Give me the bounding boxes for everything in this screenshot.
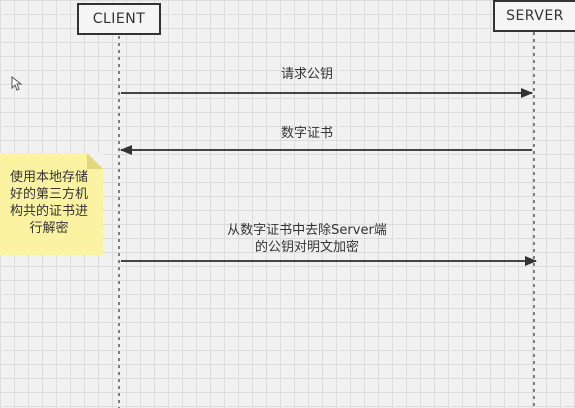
client-actor-box: CLIENT (77, 3, 161, 35)
server-actor-box: SERVER (493, 0, 575, 32)
mouse-cursor-icon (11, 76, 23, 91)
message-label-1: 请求公钥 (280, 67, 333, 82)
message-label-2: 数字证书 (280, 126, 333, 141)
note-fold-shadow (87, 153, 103, 169)
client-actor-label: CLIENT (92, 11, 146, 27)
note-text: 使用本地存储 好的第三方机 构共的证书进 行解密 (9, 170, 88, 236)
message-label-3: 从数字证书中去除Server端 的公钥对明文加密 (202, 222, 412, 256)
server-actor-label: SERVER (506, 8, 564, 24)
message-label-3-text: 从数字证书中去除Server端 的公钥对明文加密 (227, 223, 387, 255)
